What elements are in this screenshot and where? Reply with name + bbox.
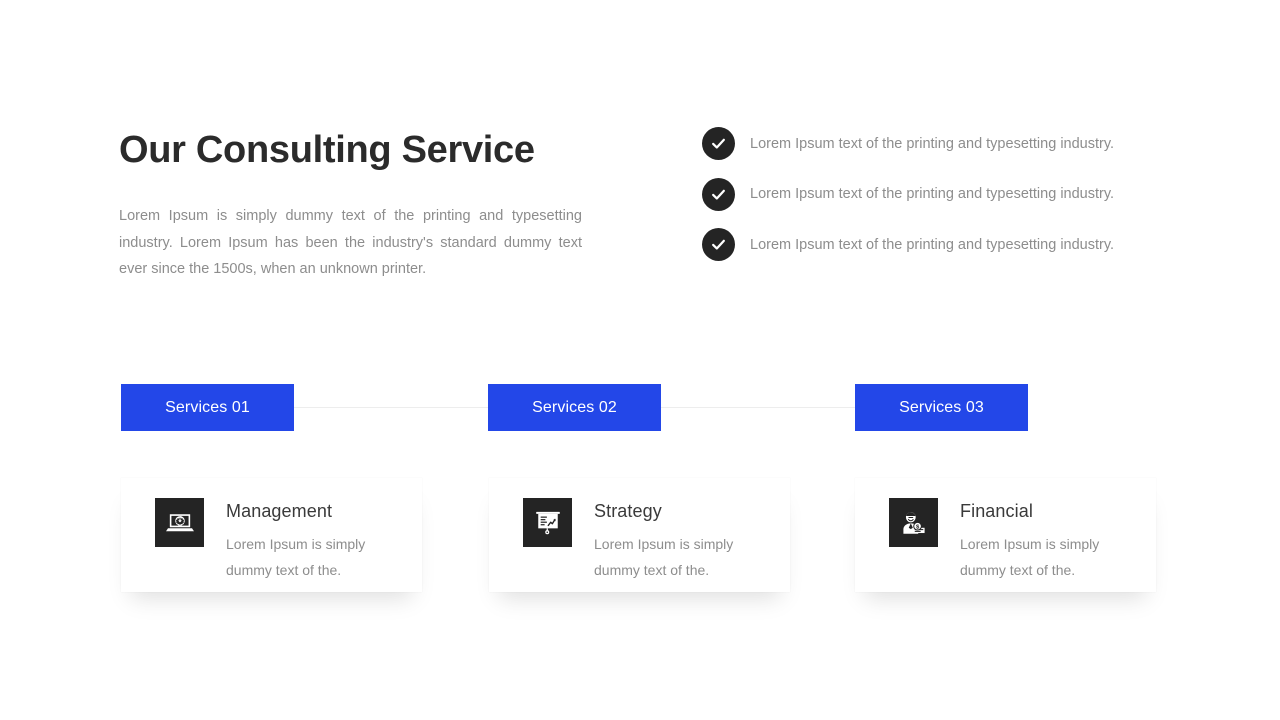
services-tab-bar: Services 01 Services 02 Services 03 — [121, 384, 1028, 431]
card-title: Management — [226, 501, 333, 521]
tab-services-01[interactable]: Services 01 — [121, 384, 294, 431]
check-circle-icon — [702, 177, 735, 211]
tab-services-02[interactable]: Services 02 — [488, 384, 661, 431]
heading-body-text: Lorem Ipsum is simply dummy text of the … — [119, 208, 582, 277]
card-description: Lorem Ipsum is simply dummy text of the. — [594, 536, 734, 578]
list-item-label: Lorem Ipsum text of the printing and typ… — [750, 186, 1115, 202]
businessman-dollar-icon: $ — [889, 498, 938, 547]
heading-block: Our Consulting Service — [119, 127, 589, 173]
card-text-block: Strategy Lorem Ipsum is simply dummy tex… — [594, 498, 754, 583]
card-title: Financial — [960, 501, 1033, 521]
slide-canvas: Our Consulting Service Lorem Ipsum is si… — [0, 0, 1280, 720]
list-item: Lorem Ipsum text of the printing and typ… — [702, 127, 1142, 160]
page-title: Our Consulting Service — [119, 129, 535, 171]
feature-checklist: Lorem Ipsum text of the printing and typ… — [702, 127, 1142, 279]
card-description: Lorem Ipsum is simply dummy text of the. — [960, 536, 1100, 578]
card-text-block: Financial Lorem Ipsum is simply dummy te… — [960, 498, 1120, 583]
presentation-chart-icon — [523, 498, 572, 547]
service-cards-row: Management Lorem Ipsum is simply dummy t… — [121, 478, 1156, 623]
check-circle-icon — [702, 228, 735, 261]
card-title: Strategy — [594, 501, 662, 521]
list-item: Lorem Ipsum text of the printing and typ… — [702, 228, 1142, 261]
service-card-financial[interactable]: $ Financial Lorem Ipsum is simply dummy … — [855, 478, 1156, 592]
list-item-label: Lorem Ipsum text of the printing and typ… — [750, 236, 1115, 253]
check-circle-icon — [702, 127, 735, 160]
list-item-label: Lorem Ipsum text of the printing and typ… — [750, 135, 1115, 152]
service-card-strategy[interactable]: Strategy Lorem Ipsum is simply dummy tex… — [489, 478, 790, 592]
laptop-gear-icon — [155, 498, 204, 547]
card-description: Lorem Ipsum is simply dummy text of the. — [226, 536, 366, 578]
tab-services-03[interactable]: Services 03 — [855, 384, 1028, 431]
service-card-management[interactable]: Management Lorem Ipsum is simply dummy t… — [121, 478, 422, 592]
card-text-block: Management Lorem Ipsum is simply dummy t… — [226, 498, 386, 583]
list-item: Lorem Ipsum text of the printing and typ… — [702, 177, 1142, 211]
